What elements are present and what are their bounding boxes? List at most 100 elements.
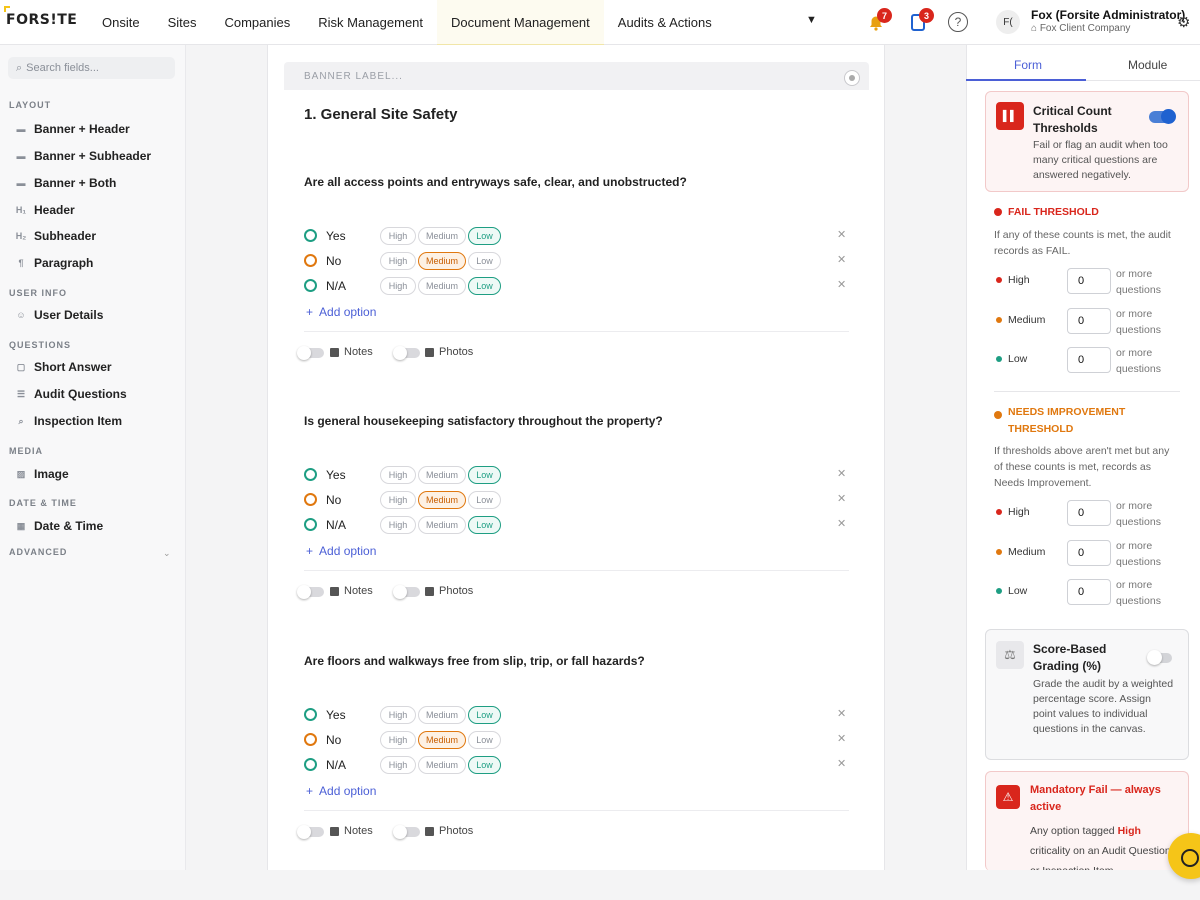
criticality-high-pill[interactable]: High <box>380 706 416 724</box>
option-label[interactable]: Yes <box>326 229 346 243</box>
field-banner-subheader[interactable]: ▬ Banner + Subheader <box>15 149 152 163</box>
criticality-low-pill[interactable]: Low <box>468 731 501 749</box>
radio-icon[interactable] <box>304 518 317 531</box>
remove-option-close-icon[interactable]: ✕ <box>837 278 846 291</box>
field-banner-both[interactable]: ▬ Banner + Both <box>15 176 117 190</box>
field-header[interactable]: H₁ Header <box>15 203 75 217</box>
criticality-medium-pill[interactable]: Medium <box>418 731 466 749</box>
nav-risk-management[interactable]: Risk Management <box>304 0 437 45</box>
question-text[interactable]: Are floors and walkways free from slip, … <box>304 654 645 668</box>
score-grading-toggle[interactable] <box>1147 650 1172 665</box>
banner-color-picker-icon[interactable] <box>844 70 860 86</box>
radio-icon[interactable] <box>304 758 317 771</box>
criticality-medium-pill[interactable]: Medium <box>418 491 466 509</box>
critical-count-toggle[interactable] <box>1149 109 1176 124</box>
criticality-high-pill[interactable]: High <box>380 252 416 270</box>
photos-toggle[interactable] <box>393 346 420 360</box>
remove-option-close-icon[interactable]: ✕ <box>837 467 846 480</box>
remove-option-close-icon[interactable]: ✕ <box>837 253 846 266</box>
add-option-button[interactable]: + Add option <box>306 544 382 558</box>
search-fields-input[interactable]: ⌕ Search fields... <box>8 57 175 79</box>
field-date-time[interactable]: ▦ Date & Time <box>15 519 103 533</box>
threshold-count-input[interactable]: 0 <box>1067 347 1111 373</box>
notes-toggle[interactable] <box>297 585 324 599</box>
user-name[interactable]: Fox (Forsite Administrator) <box>1031 8 1185 22</box>
criticality-high-pill[interactable]: High <box>380 491 416 509</box>
field-subheader[interactable]: H₂ Subheader <box>15 229 96 243</box>
nav-document-management[interactable]: Document Management <box>437 0 604 46</box>
field-user-details[interactable]: ☺ User Details <box>15 308 103 322</box>
criticality-medium-pill[interactable]: Medium <box>418 227 466 245</box>
option-label[interactable]: No <box>326 254 341 268</box>
remove-option-close-icon[interactable]: ✕ <box>837 228 846 241</box>
criticality-low-pill[interactable]: Low <box>468 756 501 774</box>
user-avatar[interactable]: F( <box>996 10 1020 34</box>
criticality-high-pill[interactable]: High <box>380 756 416 774</box>
radio-icon[interactable] <box>304 493 317 506</box>
remove-option-close-icon[interactable]: ✕ <box>837 732 846 745</box>
threshold-count-input[interactable]: 0 <box>1067 268 1111 294</box>
help-icon[interactable]: ? <box>948 12 968 32</box>
criticality-high-pill[interactable]: High <box>380 516 416 534</box>
criticality-medium-pill[interactable]: Medium <box>418 277 466 295</box>
field-audit-questions[interactable]: ☰ Audit Questions <box>15 387 127 401</box>
radio-icon[interactable] <box>304 229 317 242</box>
nav-audits-actions[interactable]: Audits & Actions <box>604 0 726 45</box>
photos-toggle[interactable] <box>393 825 420 839</box>
threshold-count-input[interactable]: 0 <box>1067 539 1111 566</box>
option-label[interactable]: N/A <box>326 758 346 772</box>
criticality-low-pill[interactable]: Low <box>468 252 501 270</box>
nav-sites[interactable]: Sites <box>154 0 211 45</box>
banner-label-field[interactable]: BANNER LABEL... <box>284 62 869 90</box>
field-short-answer[interactable]: ▢ Short Answer <box>15 360 112 374</box>
criticality-high-pill[interactable]: High <box>380 277 416 295</box>
photos-toggle[interactable] <box>393 585 420 599</box>
threshold-count-input[interactable]: 0 <box>1067 307 1111 334</box>
nav-companies[interactable]: Companies <box>210 0 304 45</box>
settings-gear-icon[interactable]: ⚙ <box>1177 13 1195 31</box>
tab-module[interactable]: Module <box>1128 58 1167 72</box>
tasks-clipboard-icon[interactable]: 3 <box>908 8 934 32</box>
criticality-high-pill[interactable]: High <box>380 466 416 484</box>
remove-option-close-icon[interactable]: ✕ <box>837 757 846 770</box>
question-text[interactable]: Are all access points and entryways safe… <box>304 175 687 189</box>
forsite-logo[interactable]: FORS!TE <box>4 6 77 28</box>
threshold-count-input[interactable]: 0 <box>1067 579 1111 605</box>
field-banner-header[interactable]: ▬ Banner + Header <box>15 122 130 136</box>
tab-form[interactable]: Form <box>1014 58 1042 72</box>
criticality-low-pill[interactable]: Low <box>468 516 501 534</box>
section-advanced[interactable]: ADVANCED <box>9 547 67 557</box>
notifications-bell-icon[interactable]: 7 <box>866 8 892 32</box>
notes-toggle[interactable] <box>297 346 324 360</box>
criticality-low-pill[interactable]: Low <box>468 227 501 245</box>
option-label[interactable]: N/A <box>326 518 346 532</box>
field-image[interactable]: ▨ Image <box>15 467 69 481</box>
criticality-high-pill[interactable]: High <box>380 731 416 749</box>
remove-option-close-icon[interactable]: ✕ <box>837 707 846 720</box>
field-paragraph[interactable]: ¶ Paragraph <box>15 256 93 270</box>
radio-icon[interactable] <box>304 708 317 721</box>
field-inspection-item[interactable]: ⌕ Inspection Item <box>15 414 122 428</box>
remove-option-close-icon[interactable]: ✕ <box>837 517 846 530</box>
criticality-medium-pill[interactable]: Medium <box>418 516 466 534</box>
radio-icon[interactable] <box>304 468 317 481</box>
criticality-low-pill[interactable]: Low <box>468 491 501 509</box>
criticality-medium-pill[interactable]: Medium <box>418 466 466 484</box>
criticality-low-pill[interactable]: Low <box>468 706 501 724</box>
criticality-medium-pill[interactable]: Medium <box>418 706 466 724</box>
criticality-medium-pill[interactable]: Medium <box>418 756 466 774</box>
radio-icon[interactable] <box>304 733 317 746</box>
question-text[interactable]: Is general housekeeping satisfactory thr… <box>304 414 663 428</box>
option-label[interactable]: N/A <box>326 279 346 293</box>
advanced-chevron-down-icon[interactable]: ⌄ <box>163 548 171 559</box>
criticality-low-pill[interactable]: Low <box>468 277 501 295</box>
section-title[interactable]: 1. General Site Safety <box>304 106 457 123</box>
option-label[interactable]: No <box>326 493 341 507</box>
criticality-medium-pill[interactable]: Medium <box>418 252 466 270</box>
radio-icon[interactable] <box>304 254 317 267</box>
radio-icon[interactable] <box>304 279 317 292</box>
threshold-count-input[interactable]: 0 <box>1067 500 1111 526</box>
nav-dropdown-caret-icon[interactable]: ▼ <box>806 14 817 26</box>
remove-option-close-icon[interactable]: ✕ <box>837 492 846 505</box>
criticality-high-pill[interactable]: High <box>380 227 416 245</box>
